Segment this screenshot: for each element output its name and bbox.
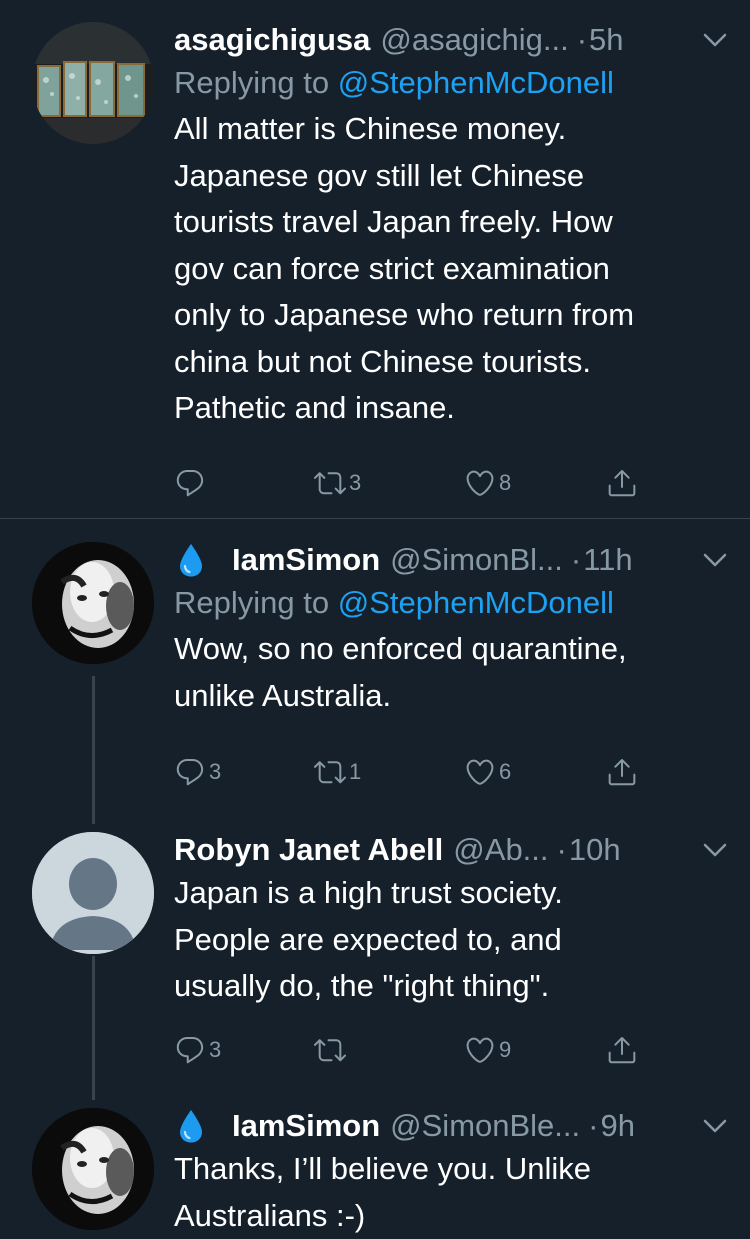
text-line: only to Japanese who return from [174, 292, 730, 339]
share-button[interactable] [606, 463, 638, 503]
action-bar: 3 8 [174, 463, 654, 503]
reply-button[interactable]: 3 [174, 752, 221, 792]
user-handle[interactable]: @SimonBl... [390, 540, 563, 580]
text-line: Japan is a high trust society. [174, 870, 730, 917]
reply-button[interactable] [174, 463, 209, 503]
avatar-photo-image [32, 542, 154, 664]
text-line: china but not Chinese tourists. [174, 339, 730, 386]
tweet-header: Robyn Janet Abell @Ab... · 10h [174, 830, 730, 870]
replying-to-label: Replying to [174, 585, 338, 620]
replying-to-label: Replying to [174, 65, 338, 100]
like-button[interactable]: 8 [464, 463, 511, 503]
text-line: usually do, the "right thing". [174, 963, 730, 1010]
heart-icon [464, 1034, 496, 1066]
avatar[interactable] [32, 542, 154, 664]
thread-connector [92, 676, 95, 824]
display-name[interactable]: IamSimon [232, 540, 380, 580]
avatar-photo-image [32, 1108, 154, 1230]
reply-mention-link[interactable]: @StephenMcDonell [338, 65, 614, 100]
thread-connector [92, 956, 95, 1100]
droplet-icon [178, 542, 204, 578]
display-name[interactable]: asagichigusa [174, 20, 370, 60]
reply-count: 3 [209, 759, 221, 785]
avatar[interactable] [32, 22, 154, 144]
display-name[interactable]: Robyn Janet Abell [174, 830, 443, 870]
display-name[interactable]: IamSimon [232, 1106, 380, 1146]
tweet-text: All matter is Chinese money. Japanese go… [174, 106, 730, 432]
like-count: 8 [499, 470, 511, 496]
action-bar: 3 9 [174, 1030, 654, 1070]
user-handle[interactable]: @Ab... [453, 830, 548, 870]
text-line: All matter is Chinese money. [174, 106, 730, 153]
share-icon [606, 756, 638, 788]
text-line: Thanks, I’ll believe you. Unlike [174, 1146, 730, 1193]
replying-to: Replying to @StephenMcDonell [174, 60, 730, 106]
avatar[interactable] [32, 1108, 154, 1230]
avatar[interactable] [32, 832, 154, 954]
text-line: People are expected to, and [174, 917, 730, 964]
heart-icon [464, 467, 496, 499]
reply-mention-link[interactable]: @StephenMcDonell [338, 585, 614, 620]
timestamp[interactable]: 5h [589, 20, 623, 60]
tweet-text: Wow, so no enforced quarantine, unlike A… [174, 626, 730, 719]
chevron-down-icon[interactable] [700, 24, 730, 56]
text-line: Australians :-) [174, 1193, 730, 1239]
reply-count: 3 [209, 1037, 221, 1063]
text-line: gov can force strict examination [174, 246, 730, 293]
user-handle[interactable]: @asagichig... [380, 20, 568, 60]
chevron-down-icon[interactable] [700, 1110, 730, 1142]
text-line: Japanese gov still let Chinese [174, 153, 730, 200]
text-line: Pathetic and insane. [174, 385, 730, 432]
replying-to: Replying to @StephenMcDonell [174, 580, 730, 626]
retweet-count: 3 [349, 470, 361, 496]
like-button[interactable]: 9 [464, 1030, 511, 1070]
timestamp[interactable]: 10h [569, 830, 621, 870]
like-count: 6 [499, 759, 511, 785]
retweet-icon [314, 756, 346, 788]
retweet-count: 1 [349, 759, 361, 785]
reply-icon [174, 756, 206, 788]
tweet-divider [0, 518, 750, 519]
chevron-down-icon[interactable] [700, 834, 730, 866]
timestamp[interactable]: 9h [600, 1106, 634, 1146]
like-button[interactable]: 6 [464, 752, 511, 792]
tweet-header: asagichigusa @asagichig... · 5h [174, 20, 730, 60]
tweet-header: IamSimon @SimonBl... · 11h [174, 540, 730, 580]
reply-button[interactable]: 3 [174, 1030, 221, 1070]
reply-icon [174, 467, 206, 499]
user-handle[interactable]: @SimonBle... [390, 1106, 580, 1146]
text-line: unlike Australia. [174, 673, 730, 720]
retweet-button[interactable] [314, 1030, 349, 1070]
retweet-icon [314, 1034, 346, 1066]
share-button[interactable] [606, 752, 638, 792]
avatar-artwork-image [32, 22, 154, 144]
retweet-button[interactable]: 1 [314, 752, 361, 792]
share-button[interactable] [606, 1030, 638, 1070]
reply-icon [174, 1034, 206, 1066]
share-icon [606, 467, 638, 499]
timestamp[interactable]: 11h [583, 540, 632, 580]
share-icon [606, 1034, 638, 1066]
chevron-down-icon[interactable] [700, 544, 730, 576]
separator-dot: · [571, 540, 581, 580]
droplet-icon [178, 1108, 204, 1144]
heart-icon [464, 756, 496, 788]
text-line: Wow, so no enforced quarantine, [174, 626, 730, 673]
tweet-text: Japan is a high trust society. People ar… [174, 870, 730, 1010]
text-line: tourists travel Japan freely. How [174, 199, 730, 246]
separator-dot: · [577, 20, 587, 60]
action-bar: 3 1 6 [174, 752, 654, 792]
separator-dot: · [557, 830, 567, 870]
like-count: 9 [499, 1037, 511, 1063]
retweet-icon [314, 467, 346, 499]
tweet-header: IamSimon @SimonBle... · 9h [174, 1106, 730, 1146]
retweet-button[interactable]: 3 [314, 463, 361, 503]
tweet-text: Thanks, I’ll believe you. Unlike Austral… [174, 1146, 730, 1239]
default-profile-icon [32, 832, 154, 954]
separator-dot: · [588, 1106, 598, 1146]
